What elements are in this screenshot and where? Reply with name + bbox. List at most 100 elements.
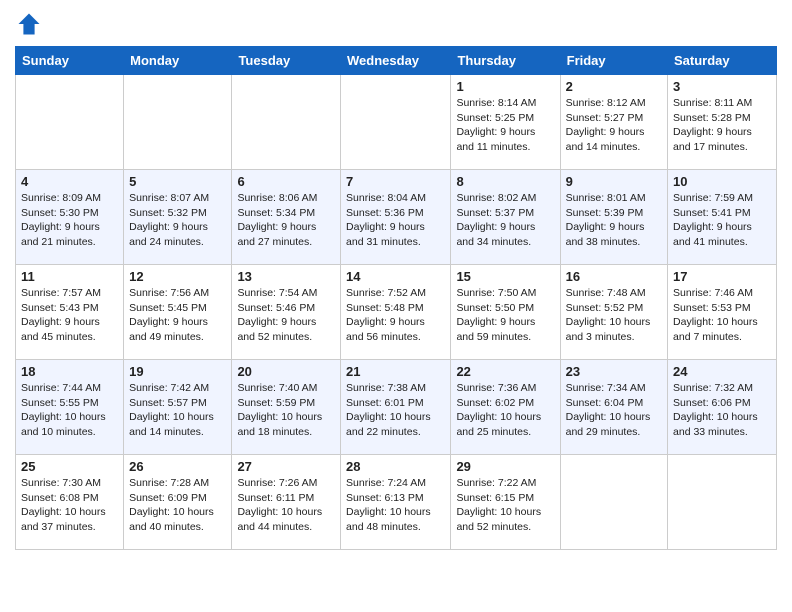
week-row-5: 25 Sunrise: 7:30 AM Sunset: 6:08 PM Dayli… xyxy=(16,455,777,550)
day-cell: 2 Sunrise: 8:12 AM Sunset: 5:27 PM Daylig… xyxy=(560,75,667,170)
day-number: 1 xyxy=(456,79,554,94)
day-cell: 10 Sunrise: 7:59 AM Sunset: 5:41 PM Dayli… xyxy=(668,170,777,265)
day-content: Sunrise: 7:30 AM Sunset: 6:08 PM Dayligh… xyxy=(21,476,118,535)
day-cell xyxy=(16,75,124,170)
day-cell: 6 Sunrise: 8:06 AM Sunset: 5:34 PM Daylig… xyxy=(232,170,341,265)
day-content: Sunrise: 7:26 AM Sunset: 6:11 PM Dayligh… xyxy=(237,476,335,535)
day-content: Sunrise: 7:22 AM Sunset: 6:15 PM Dayligh… xyxy=(456,476,554,535)
day-number: 17 xyxy=(673,269,771,284)
day-cell: 4 Sunrise: 8:09 AM Sunset: 5:30 PM Daylig… xyxy=(16,170,124,265)
day-content: Sunrise: 8:06 AM Sunset: 5:34 PM Dayligh… xyxy=(237,191,335,250)
day-cell: 14 Sunrise: 7:52 AM Sunset: 5:48 PM Dayli… xyxy=(341,265,451,360)
day-cell: 23 Sunrise: 7:34 AM Sunset: 6:04 PM Dayli… xyxy=(560,360,667,455)
day-content: Sunrise: 7:59 AM Sunset: 5:41 PM Dayligh… xyxy=(673,191,771,250)
day-number: 8 xyxy=(456,174,554,189)
day-content: Sunrise: 7:34 AM Sunset: 6:04 PM Dayligh… xyxy=(566,381,662,440)
header-cell-sunday: Sunday xyxy=(16,47,124,75)
day-number: 28 xyxy=(346,459,445,474)
day-number: 2 xyxy=(566,79,662,94)
header-cell-friday: Friday xyxy=(560,47,667,75)
day-content: Sunrise: 8:11 AM Sunset: 5:28 PM Dayligh… xyxy=(673,96,771,155)
day-cell: 12 Sunrise: 7:56 AM Sunset: 5:45 PM Dayli… xyxy=(124,265,232,360)
day-cell: 27 Sunrise: 7:26 AM Sunset: 6:11 PM Dayli… xyxy=(232,455,341,550)
day-content: Sunrise: 7:24 AM Sunset: 6:13 PM Dayligh… xyxy=(346,476,445,535)
day-content: Sunrise: 7:48 AM Sunset: 5:52 PM Dayligh… xyxy=(566,286,662,345)
day-cell: 26 Sunrise: 7:28 AM Sunset: 6:09 PM Dayli… xyxy=(124,455,232,550)
week-row-2: 4 Sunrise: 8:09 AM Sunset: 5:30 PM Daylig… xyxy=(16,170,777,265)
day-number: 23 xyxy=(566,364,662,379)
day-content: Sunrise: 7:36 AM Sunset: 6:02 PM Dayligh… xyxy=(456,381,554,440)
page-container: SundayMondayTuesdayWednesdayThursdayFrid… xyxy=(0,0,792,560)
day-number: 10 xyxy=(673,174,771,189)
header-cell-saturday: Saturday xyxy=(668,47,777,75)
day-cell: 1 Sunrise: 8:14 AM Sunset: 5:25 PM Daylig… xyxy=(451,75,560,170)
day-number: 6 xyxy=(237,174,335,189)
day-cell xyxy=(232,75,341,170)
day-number: 13 xyxy=(237,269,335,284)
day-content: Sunrise: 7:32 AM Sunset: 6:06 PM Dayligh… xyxy=(673,381,771,440)
day-cell: 15 Sunrise: 7:50 AM Sunset: 5:50 PM Dayli… xyxy=(451,265,560,360)
day-content: Sunrise: 7:42 AM Sunset: 5:57 PM Dayligh… xyxy=(129,381,226,440)
day-number: 27 xyxy=(237,459,335,474)
day-number: 11 xyxy=(21,269,118,284)
day-content: Sunrise: 7:44 AM Sunset: 5:55 PM Dayligh… xyxy=(21,381,118,440)
day-number: 29 xyxy=(456,459,554,474)
day-content: Sunrise: 7:56 AM Sunset: 5:45 PM Dayligh… xyxy=(129,286,226,345)
day-cell: 19 Sunrise: 7:42 AM Sunset: 5:57 PM Dayli… xyxy=(124,360,232,455)
day-content: Sunrise: 7:50 AM Sunset: 5:50 PM Dayligh… xyxy=(456,286,554,345)
day-number: 12 xyxy=(129,269,226,284)
day-content: Sunrise: 7:28 AM Sunset: 6:09 PM Dayligh… xyxy=(129,476,226,535)
day-content: Sunrise: 7:57 AM Sunset: 5:43 PM Dayligh… xyxy=(21,286,118,345)
day-cell xyxy=(668,455,777,550)
day-number: 19 xyxy=(129,364,226,379)
day-cell xyxy=(341,75,451,170)
day-number: 3 xyxy=(673,79,771,94)
day-content: Sunrise: 7:52 AM Sunset: 5:48 PM Dayligh… xyxy=(346,286,445,345)
day-number: 14 xyxy=(346,269,445,284)
day-number: 24 xyxy=(673,364,771,379)
week-row-3: 11 Sunrise: 7:57 AM Sunset: 5:43 PM Dayli… xyxy=(16,265,777,360)
day-content: Sunrise: 8:09 AM Sunset: 5:30 PM Dayligh… xyxy=(21,191,118,250)
day-cell: 13Sunrise: 7:54 AM Sunset: 5:46 PM Dayli… xyxy=(232,265,341,360)
header-row: SundayMondayTuesdayWednesdayThursdayFrid… xyxy=(16,47,777,75)
day-number: 4 xyxy=(21,174,118,189)
calendar-body: 1 Sunrise: 8:14 AM Sunset: 5:25 PM Daylig… xyxy=(16,75,777,550)
day-number: 25 xyxy=(21,459,118,474)
day-content: Sunrise: 8:12 AM Sunset: 5:27 PM Dayligh… xyxy=(566,96,662,155)
day-cell: 11 Sunrise: 7:57 AM Sunset: 5:43 PM Dayli… xyxy=(16,265,124,360)
day-cell: 18 Sunrise: 7:44 AM Sunset: 5:55 PM Dayli… xyxy=(16,360,124,455)
day-cell: 3 Sunrise: 8:11 AM Sunset: 5:28 PM Daylig… xyxy=(668,75,777,170)
day-cell: 5Sunrise: 8:07 AM Sunset: 5:32 PM Daylig… xyxy=(124,170,232,265)
day-cell xyxy=(124,75,232,170)
day-content: Sunrise: 7:40 AM Sunset: 5:59 PM Dayligh… xyxy=(237,381,335,440)
day-number: 26 xyxy=(129,459,226,474)
day-number: 16 xyxy=(566,269,662,284)
day-cell: 22 Sunrise: 7:36 AM Sunset: 6:02 PM Dayli… xyxy=(451,360,560,455)
header xyxy=(15,10,777,38)
day-content: Sunrise: 7:46 AM Sunset: 5:53 PM Dayligh… xyxy=(673,286,771,345)
day-cell xyxy=(560,455,667,550)
header-cell-thursday: Thursday xyxy=(451,47,560,75)
calendar-header: SundayMondayTuesdayWednesdayThursdayFrid… xyxy=(16,47,777,75)
day-number: 20 xyxy=(237,364,335,379)
calendar-table: SundayMondayTuesdayWednesdayThursdayFrid… xyxy=(15,46,777,550)
logo xyxy=(15,10,45,38)
day-cell: 28 Sunrise: 7:24 AM Sunset: 6:13 PM Dayli… xyxy=(341,455,451,550)
day-number: 15 xyxy=(456,269,554,284)
day-content: Sunrise: 8:14 AM Sunset: 5:25 PM Dayligh… xyxy=(456,96,554,155)
day-cell: 7Sunrise: 8:04 AM Sunset: 5:36 PM Daylig… xyxy=(341,170,451,265)
day-cell: 25 Sunrise: 7:30 AM Sunset: 6:08 PM Dayli… xyxy=(16,455,124,550)
day-number: 9 xyxy=(566,174,662,189)
day-cell: 9 Sunrise: 8:01 AM Sunset: 5:39 PM Daylig… xyxy=(560,170,667,265)
day-cell: 16 Sunrise: 7:48 AM Sunset: 5:52 PM Dayli… xyxy=(560,265,667,360)
day-cell: 8 Sunrise: 8:02 AM Sunset: 5:37 PM Daylig… xyxy=(451,170,560,265)
day-number: 21 xyxy=(346,364,445,379)
day-number: 18 xyxy=(21,364,118,379)
day-content: Sunrise: 8:01 AM Sunset: 5:39 PM Dayligh… xyxy=(566,191,662,250)
logo-icon xyxy=(15,10,43,38)
day-content: Sunrise: 8:02 AM Sunset: 5:37 PM Dayligh… xyxy=(456,191,554,250)
day-content: Sunrise: 7:38 AM Sunset: 6:01 PM Dayligh… xyxy=(346,381,445,440)
week-row-1: 1 Sunrise: 8:14 AM Sunset: 5:25 PM Daylig… xyxy=(16,75,777,170)
day-number: 22 xyxy=(456,364,554,379)
day-cell: 17 Sunrise: 7:46 AM Sunset: 5:53 PM Dayli… xyxy=(668,265,777,360)
